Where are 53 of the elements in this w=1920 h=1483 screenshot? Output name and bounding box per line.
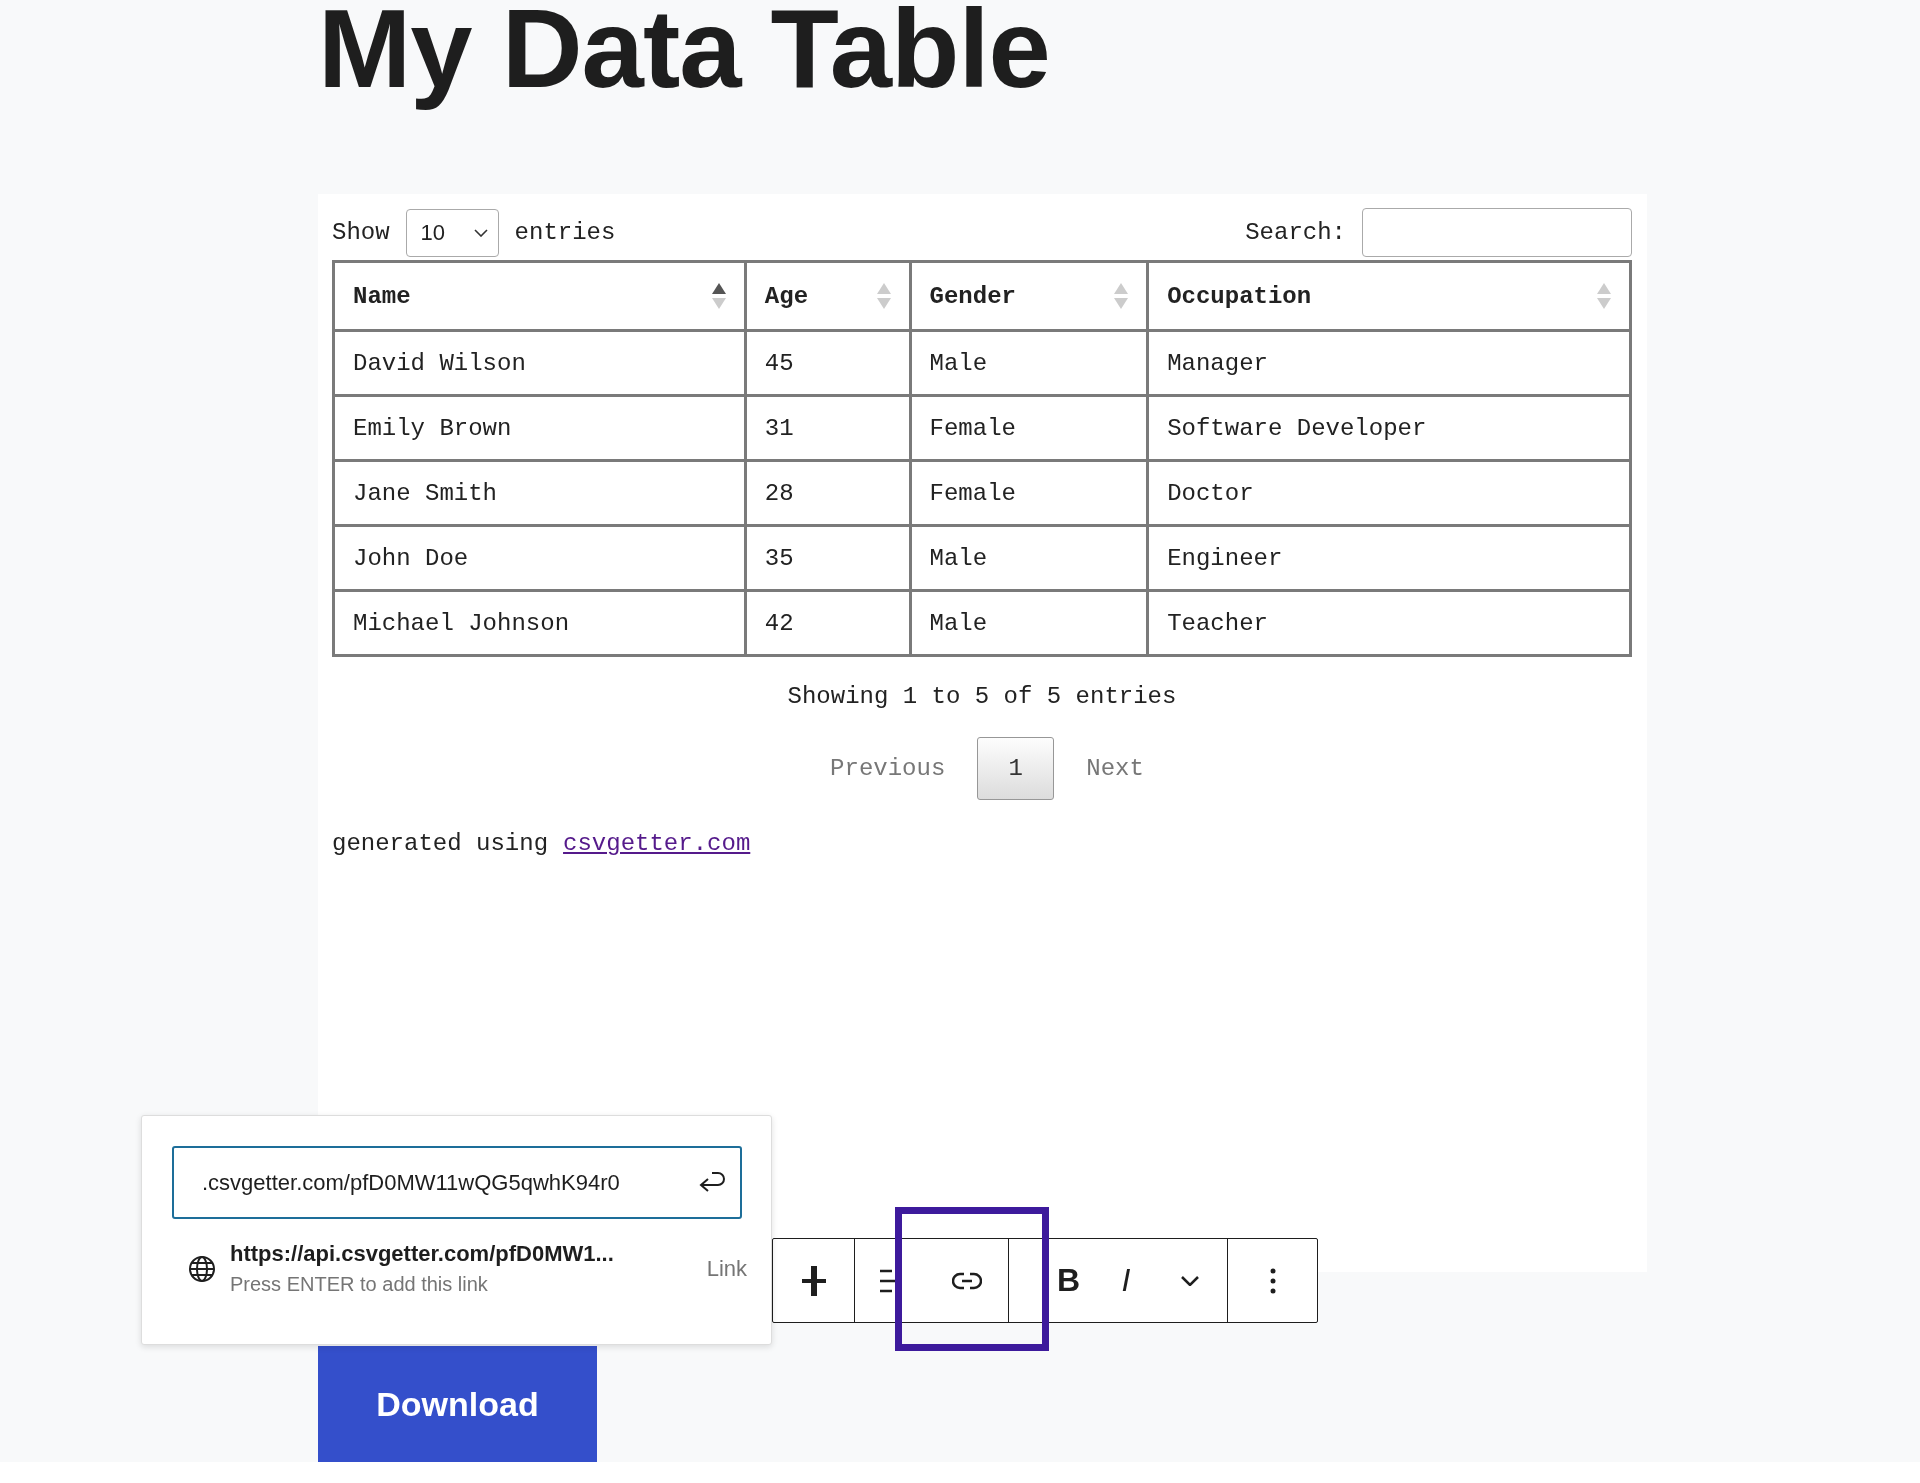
column-header[interactable]: Gender	[910, 261, 1148, 331]
table-cell: 35	[745, 525, 911, 591]
table-cell: John Doe	[333, 525, 746, 591]
page-length-select[interactable]: 10	[405, 208, 499, 257]
previous-link[interactable]: Previous	[830, 755, 946, 782]
more-icon	[1269, 1267, 1276, 1294]
chevron-icon	[1181, 1275, 1199, 1286]
table-cell: Doctor	[1147, 460, 1631, 526]
suggestion-url[interactable]: https://api.csvgetter.com/pfD0MW1...	[230, 1241, 693, 1267]
suggestion-type: Link	[706, 1255, 747, 1282]
table-cell: 42	[745, 590, 911, 656]
table-cell: David Wilson	[333, 330, 746, 396]
sort-icon	[876, 283, 891, 309]
search-field[interactable]	[1362, 208, 1632, 257]
link-icon	[952, 1271, 982, 1290]
table-cell: Jane Smith	[333, 460, 746, 526]
column-header[interactable]: Age	[745, 261, 911, 331]
table-cell: Software Developer	[1147, 395, 1631, 461]
table-cell: Emily Brown	[333, 395, 746, 461]
globe-icon	[188, 1254, 216, 1283]
table-cell: Male	[910, 525, 1148, 591]
column-header[interactable]: Name	[333, 261, 746, 331]
table-cell: Female	[910, 395, 1148, 461]
entries-label: entries	[514, 219, 616, 246]
table-cell: 28	[745, 460, 911, 526]
sort-icon	[1114, 283, 1129, 309]
next-link[interactable]: Next	[1086, 755, 1144, 782]
table-cell: Teacher	[1147, 590, 1631, 656]
column-header[interactable]: Occupation	[1147, 261, 1631, 331]
sort-icon	[1597, 283, 1611, 309]
footer-link[interactable]: csvgetter.com	[563, 830, 751, 857]
table-cell: Michael Johnson	[333, 590, 746, 656]
bold-button[interactable]: B	[1009, 1239, 1099, 1322]
download-button[interactable]: Download	[318, 1346, 597, 1462]
url-field[interactable]: .csvgetter.com/pfD0MW11wQG5qwhK94r0	[172, 1146, 742, 1219]
page-title: My Data Table	[318, 0, 1050, 113]
suggestion-hint: Press ENTER to add this link	[230, 1273, 489, 1296]
table-cell: Male	[910, 590, 1148, 656]
search-label: Search:	[1245, 219, 1346, 246]
block-icon	[801, 1265, 826, 1296]
italic-button[interactable]: I	[1099, 1239, 1153, 1322]
page-button[interactable]: 1	[977, 737, 1055, 800]
table-cell: Engineer	[1147, 525, 1631, 591]
chevron-icon	[473, 228, 488, 237]
table-cell: 45	[745, 330, 911, 396]
table-cell: Female	[910, 460, 1148, 526]
table-cell: Male	[910, 330, 1148, 396]
table-info: Showing 1 to 5 of 5 entries	[787, 683, 1177, 710]
table-cell: 31	[745, 395, 911, 461]
show-label: Show	[332, 219, 390, 246]
sort-icon	[711, 283, 726, 309]
table-cell: Manager	[1147, 330, 1631, 396]
footer-text: generated using	[332, 830, 549, 857]
